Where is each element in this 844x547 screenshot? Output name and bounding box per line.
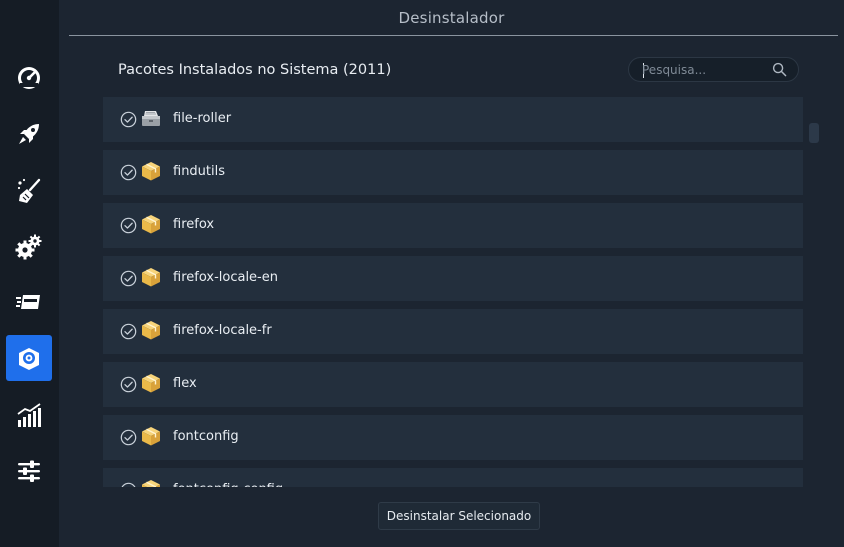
check-circle-icon[interactable] xyxy=(120,323,137,340)
package-name: firefox xyxy=(173,217,215,232)
package-row[interactable]: fontconfig-config xyxy=(103,468,803,487)
package-row[interactable]: flex xyxy=(103,362,803,407)
package-name: file-roller xyxy=(173,111,232,126)
check-circle-icon[interactable] xyxy=(120,429,137,446)
search-icon[interactable] xyxy=(772,62,787,77)
sidebar xyxy=(0,0,59,547)
gears-icon xyxy=(15,234,42,260)
package-row[interactable]: firefox-locale-en xyxy=(103,256,803,301)
package-name: fontconfig-config xyxy=(173,482,283,487)
fast-drive-icon xyxy=(16,295,40,309)
nav-startup-apps[interactable] xyxy=(6,111,52,157)
package-row[interactable]: firefox-locale-fr xyxy=(103,309,803,354)
package-row[interactable]: fontconfig xyxy=(103,415,803,460)
nav-settings[interactable] xyxy=(6,448,52,494)
nav-uninstaller[interactable] xyxy=(6,335,52,381)
nav-system-cleaner[interactable] xyxy=(6,168,52,214)
package-box-icon xyxy=(142,162,160,181)
archive-manager-icon xyxy=(142,111,160,126)
uninstaller-package-icon xyxy=(19,348,39,370)
check-circle-icon[interactable] xyxy=(120,164,137,181)
page-heading: Pacotes Instalados no Sistema (2011) xyxy=(118,62,392,78)
check-circle-icon[interactable] xyxy=(120,376,137,393)
package-name: flex xyxy=(173,376,197,391)
package-name: fontconfig xyxy=(173,429,239,444)
speedometer-icon xyxy=(18,67,40,89)
nav-services[interactable] xyxy=(6,224,52,270)
nav-processes[interactable] xyxy=(6,279,52,325)
broom-cleaner-icon xyxy=(17,178,41,203)
package-box-icon xyxy=(142,215,160,234)
package-name: firefox-locale-en xyxy=(173,270,278,285)
package-box-icon xyxy=(142,480,160,487)
package-box-icon xyxy=(142,374,160,393)
package-row[interactable]: firefox xyxy=(103,203,803,248)
package-row[interactable]: file-roller xyxy=(103,97,803,142)
package-row[interactable]: findutils xyxy=(103,150,803,195)
package-box-icon xyxy=(142,427,160,446)
package-box-icon xyxy=(142,321,160,340)
resources-chart-icon xyxy=(17,403,41,427)
list-scrollbar-thumb[interactable] xyxy=(809,123,819,143)
title-divider xyxy=(69,35,838,36)
window-title: Desinstalador xyxy=(398,9,505,27)
check-circle-icon[interactable] xyxy=(120,217,137,234)
check-circle-icon[interactable] xyxy=(120,270,137,287)
title-bar: Desinstalador xyxy=(59,0,844,36)
rocket-icon xyxy=(19,124,39,144)
search-box[interactable] xyxy=(628,57,799,82)
check-circle-icon[interactable] xyxy=(120,482,137,487)
package-list[interactable]: file-roller findutils firefox firefox-lo… xyxy=(103,97,803,487)
search-input[interactable] xyxy=(642,61,772,79)
uninstall-selected-button[interactable]: Desinstalar Selecionado xyxy=(378,502,540,530)
settings-sliders-icon xyxy=(18,460,40,482)
nav-resources[interactable] xyxy=(6,392,52,438)
package-box-icon xyxy=(142,268,160,287)
package-name: findutils xyxy=(173,164,226,179)
check-circle-icon[interactable] xyxy=(120,111,137,128)
nav-system-dashboard[interactable] xyxy=(6,54,52,100)
package-name: firefox-locale-fr xyxy=(173,323,272,338)
